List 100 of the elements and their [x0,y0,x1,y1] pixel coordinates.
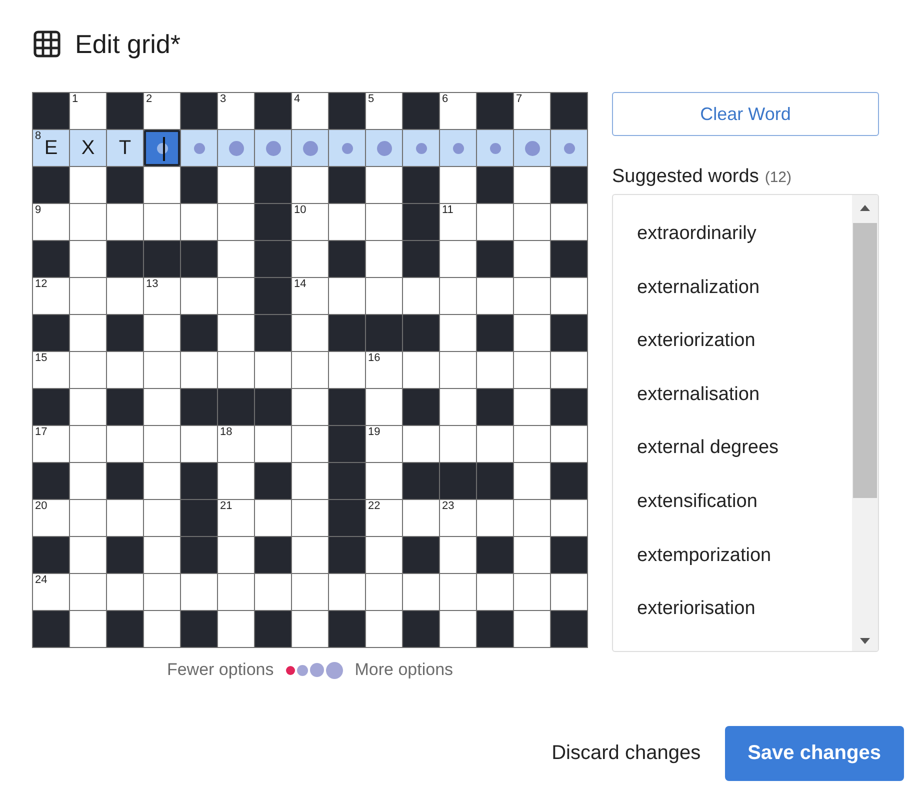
crossword-cell[interactable]: 3 [218,93,254,129]
crossword-cell[interactable]: 12 [33,278,69,314]
crossword-cell[interactable]: 16 [366,352,402,388]
crossword-cell[interactable] [514,389,550,425]
crossword-cell[interactable] [477,204,513,240]
crossword-cell[interactable]: 24 [33,574,69,610]
scrollbar-thumb[interactable] [853,223,877,498]
crossword-cell[interactable] [477,426,513,462]
crossword-cell[interactable] [107,574,143,610]
crossword-cell[interactable] [366,463,402,499]
suggested-word[interactable]: exteriorisation [613,582,852,636]
crossword-cell[interactable] [70,574,106,610]
crossword-cell[interactable]: X [70,130,106,166]
crossword-cell[interactable] [477,352,513,388]
crossword-cell[interactable] [181,204,217,240]
crossword-cell[interactable]: 10 [292,204,328,240]
crossword-cell[interactable] [440,574,476,610]
crossword-cell[interactable] [366,204,402,240]
crossword-cell[interactable] [70,278,106,314]
suggested-word[interactable]: extensification [613,474,852,529]
suggested-word[interactable]: extraordinarily [613,207,852,261]
crossword-cell[interactable] [70,315,106,351]
crossword-cell[interactable] [292,352,328,388]
crossword-cell[interactable] [366,278,402,314]
crossword-cell[interactable] [144,426,180,462]
discard-changes-button[interactable]: Discard changes [552,742,701,765]
crossword-cell[interactable] [329,352,365,388]
crossword-cell[interactable] [403,500,439,536]
crossword-cell[interactable]: 2 [144,93,180,129]
suggested-word[interactable]: extemporization [613,528,852,582]
crossword-cell[interactable] [144,167,180,203]
crossword-cell[interactable] [477,574,513,610]
crossword-cell[interactable]: 6 [440,93,476,129]
crossword-cell[interactable] [107,204,143,240]
crossword-cell[interactable] [144,574,180,610]
crossword-cell[interactable] [514,352,550,388]
crossword-cell[interactable] [292,537,328,573]
crossword-cell[interactable] [70,500,106,536]
crossword-cell[interactable]: 23 [440,500,476,536]
crossword-cell[interactable] [366,537,402,573]
crossword-cell[interactable]: 17 [33,426,69,462]
crossword-cell[interactable] [440,611,476,647]
crossword-cell[interactable] [70,537,106,573]
crossword-cell[interactable] [218,537,254,573]
crossword-cell[interactable] [514,167,550,203]
crossword-cell[interactable] [107,426,143,462]
crossword-cell[interactable]: 4 [292,93,328,129]
crossword-cell[interactable] [366,574,402,610]
crossword-cell[interactable] [292,611,328,647]
crossword-cell[interactable] [70,204,106,240]
suggested-word[interactable]: external degrees [613,421,852,475]
crossword-cell[interactable]: 9 [33,204,69,240]
crossword-cell[interactable] [440,278,476,314]
crossword-cell[interactable] [477,130,513,166]
crossword-cell[interactable] [440,241,476,277]
crossword-cell[interactable]: 19 [366,426,402,462]
crossword-cell[interactable] [107,500,143,536]
crossword-cell[interactable] [403,278,439,314]
crossword-cell[interactable] [514,315,550,351]
crossword-cell[interactable] [292,241,328,277]
crossword-cell[interactable]: T [107,130,143,166]
crossword-cell[interactable] [292,500,328,536]
crossword-cell[interactable] [218,278,254,314]
crossword-cell[interactable] [514,574,550,610]
clear-word-button[interactable]: Clear Word [612,92,879,136]
crossword-cell[interactable] [292,315,328,351]
crossword-cell[interactable] [366,167,402,203]
suggested-word[interactable]: externalization [613,260,852,314]
crossword-cell[interactable] [292,167,328,203]
crossword-cell[interactable] [329,204,365,240]
crossword-cell[interactable]: 20 [33,500,69,536]
crossword-cell[interactable] [440,537,476,573]
crossword-cell[interactable] [292,389,328,425]
crossword-cell[interactable] [70,352,106,388]
crossword-cell[interactable] [477,500,513,536]
crossword-cell[interactable] [366,389,402,425]
crossword-cell[interactable] [514,537,550,573]
suggested-word[interactable]: exteriorization [613,314,852,368]
crossword-cell[interactable] [218,463,254,499]
crossword-cell[interactable] [255,500,291,536]
crossword-cell[interactable] [292,426,328,462]
crossword-cell[interactable] [144,463,180,499]
crossword-cell[interactable]: 1 [70,93,106,129]
crossword-cell[interactable] [551,278,587,314]
crossword-cell[interactable] [144,204,180,240]
crossword-cell[interactable] [181,352,217,388]
scrollbar[interactable] [852,195,878,651]
suggested-word[interactable]: externalisation [613,368,852,422]
crossword-cell[interactable]: 21 [218,500,254,536]
crossword-cell[interactable] [440,167,476,203]
crossword-cell[interactable] [218,204,254,240]
crossword-cell[interactable] [218,241,254,277]
crossword-cell[interactable] [255,426,291,462]
crossword-cell[interactable] [144,315,180,351]
crossword-cell[interactable] [440,426,476,462]
crossword-cell[interactable] [551,130,587,166]
crossword-cell[interactable] [70,241,106,277]
crossword-cell[interactable] [514,463,550,499]
crossword-cell[interactable]: 11 [440,204,476,240]
crossword-cell[interactable] [551,204,587,240]
